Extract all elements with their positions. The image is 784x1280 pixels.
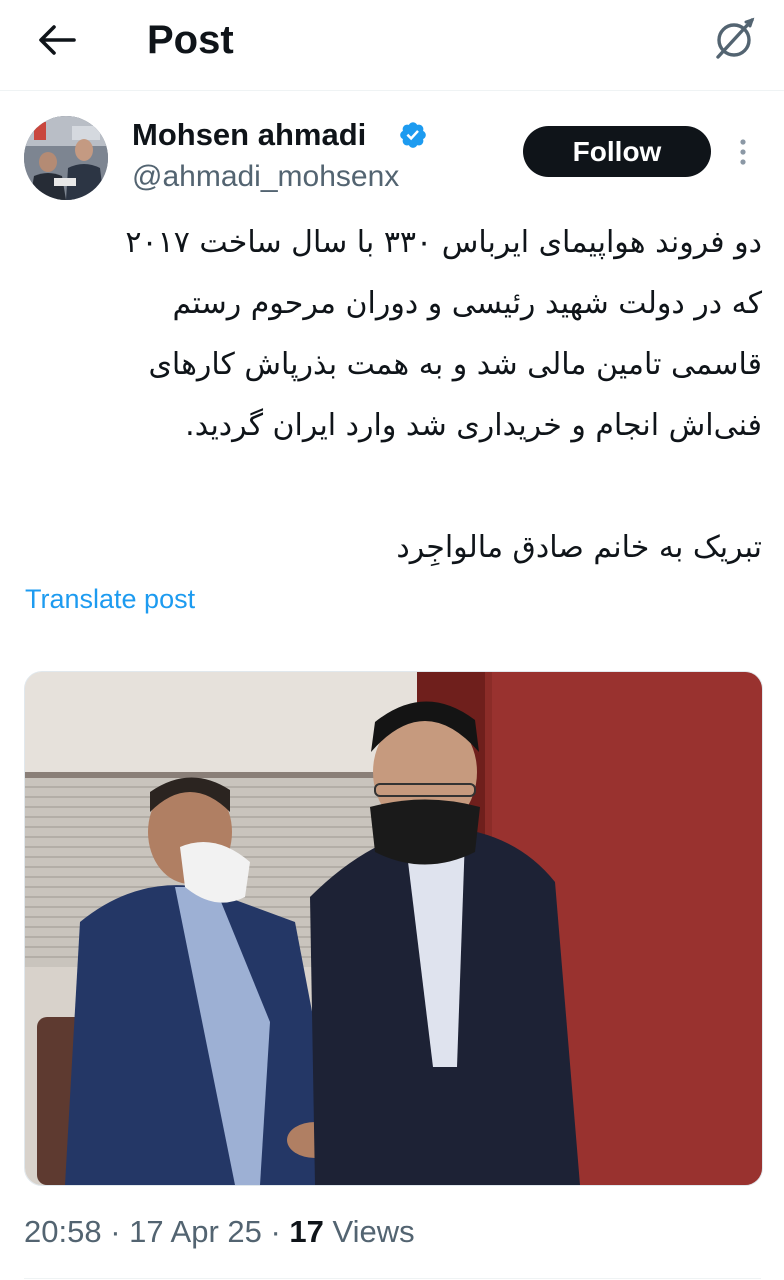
- more-vertical-icon: [740, 139, 746, 165]
- post-date[interactable]: 17 Apr 25: [129, 1214, 262, 1249]
- grok-button[interactable]: [710, 14, 760, 64]
- grok-icon: [716, 17, 755, 59]
- divider: [24, 1278, 761, 1279]
- author-handle[interactable]: @ahmadi_mohsenx: [132, 158, 399, 196]
- tweet-line: که در دولت شهید رئیسی و دوران مرحوم رستم: [172, 286, 762, 321]
- views-count: 17: [289, 1214, 324, 1249]
- tweet-text: دو فروند هواپیمای ایرباس ۳۳۰ با سال ساخت…: [24, 212, 762, 578]
- tweet-photo[interactable]: [24, 671, 763, 1186]
- meta-separator: ·: [110, 1214, 130, 1249]
- arrow-left-icon: [39, 25, 76, 55]
- post-meta: 20:58 · 17 Apr 25 · 17 Views: [24, 1212, 415, 1252]
- tweet-line: فنی‌اش انجام و خریداری شد وارد ایران گرد…: [185, 408, 762, 443]
- meta-separator: ·: [270, 1214, 290, 1249]
- top-bar: Post: [0, 0, 784, 91]
- author-display-name[interactable]: Mohsen ahmadi: [132, 116, 366, 154]
- tweet-line: دو فروند هواپیمای ایرباس ۳۳۰ با سال ساخت…: [125, 225, 762, 260]
- follow-button[interactable]: Follow: [523, 126, 711, 177]
- page-title: Post: [147, 18, 234, 62]
- verified-badge-icon: [400, 122, 426, 148]
- more-options-button[interactable]: [735, 136, 751, 168]
- translate-post-link[interactable]: Translate post: [25, 582, 195, 616]
- views-label: Views: [332, 1214, 415, 1249]
- tweet-line: تبریک به خانم صادق مالواجِرد: [396, 530, 762, 565]
- tweet-line: قاسمی تامین مالی شد و به همت بذرپاش کاره…: [148, 347, 762, 382]
- avatar[interactable]: [24, 116, 108, 200]
- post-time[interactable]: 20:58: [24, 1214, 102, 1249]
- back-button[interactable]: [34, 20, 82, 60]
